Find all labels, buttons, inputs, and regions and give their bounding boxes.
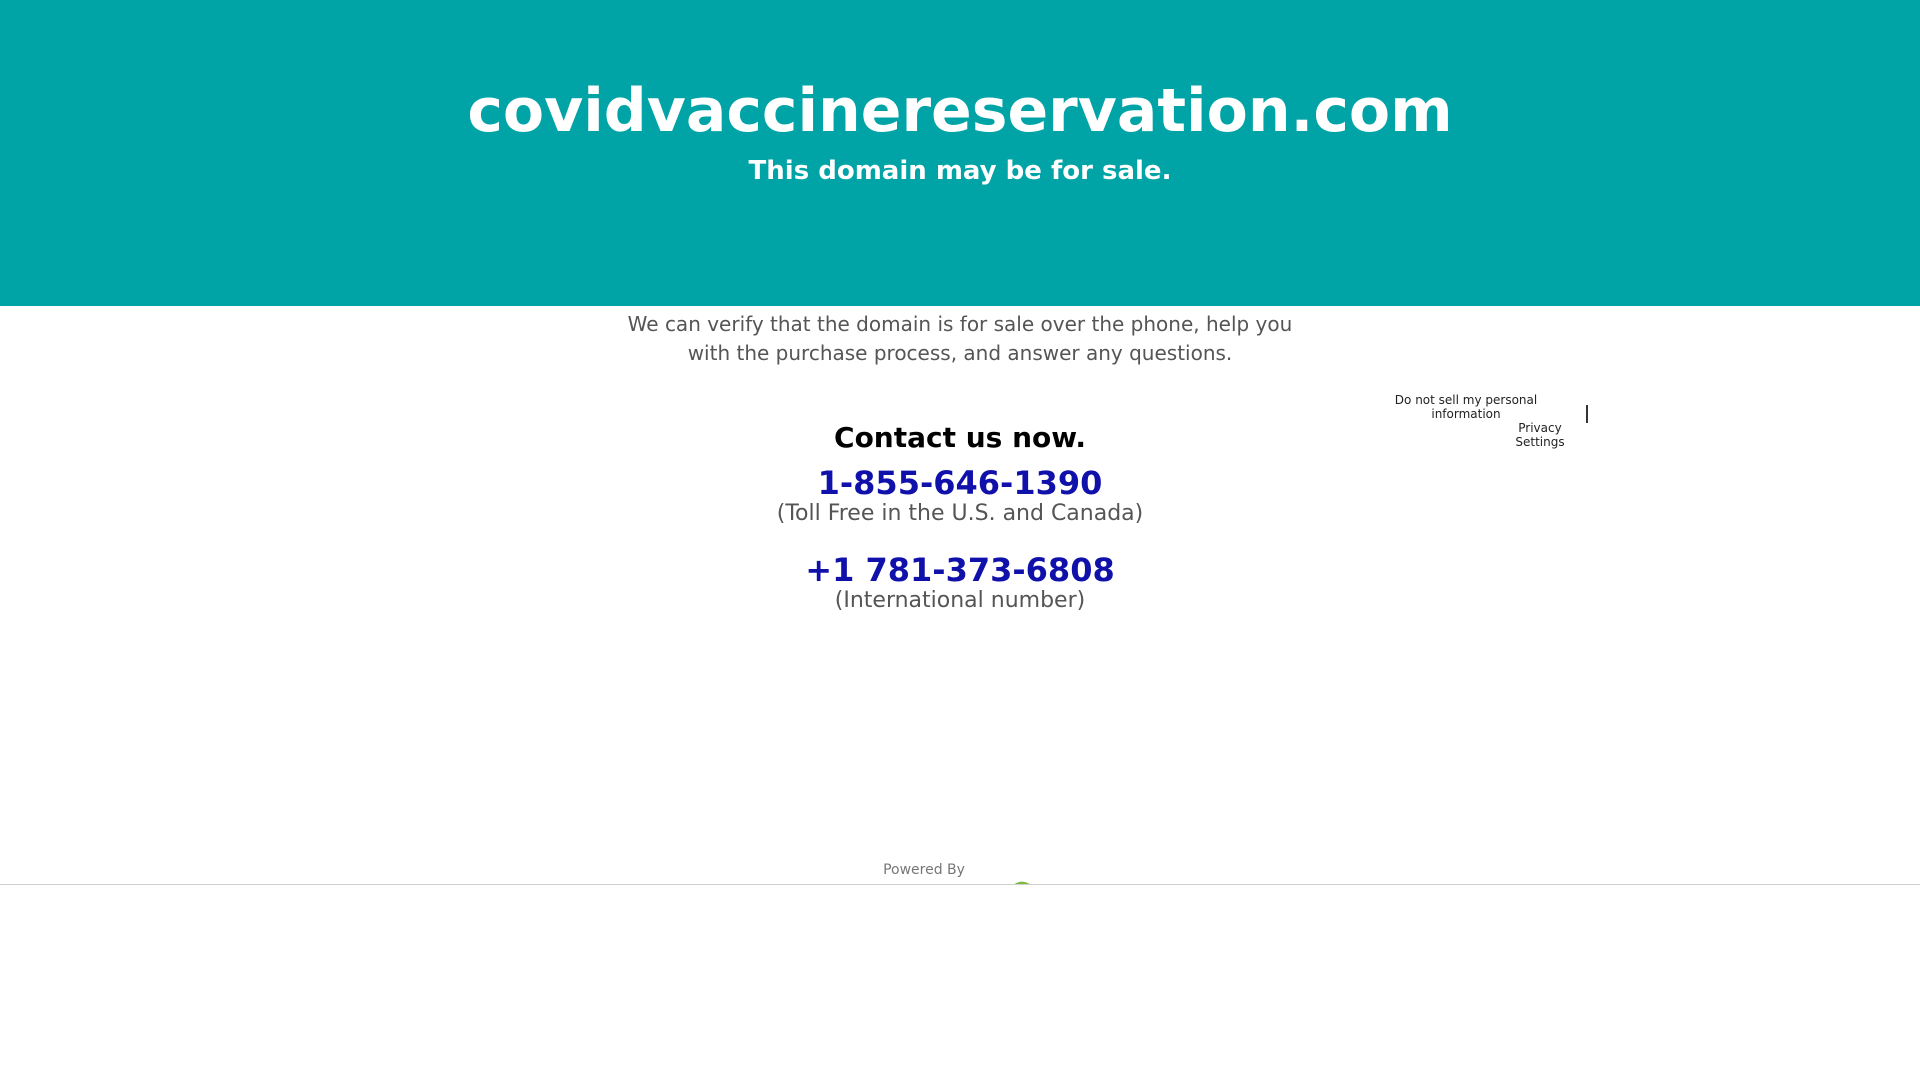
privacy-settings-link[interactable]: Privacy Settings [1500,421,1580,449]
footer-divider [0,884,1920,885]
privacy-controls: Do not sell my personal information Priv… [1380,393,1592,453]
privacy-divider [1586,405,1588,423]
header-banner: covidvaccinereservation.com This domain … [0,0,1920,306]
do-not-sell-link[interactable]: Do not sell my personal information [1380,393,1552,421]
intro-text: We can verify that the domain is for sal… [627,312,1293,365]
contact-heading: Contact us now. [834,421,1086,454]
domain-title: covidvaccinereservation.com [467,76,1453,146]
sale-subtitle: This domain may be for sale. [748,156,1172,186]
tollfree-note: (Toll Free in the U.S. and Canada) [776,501,1144,526]
international-phone-link[interactable]: +1 781-373-6808 [0,550,1920,590]
tollfree-phone-link[interactable]: 1-855-646-1390 [0,463,1920,503]
page: covidvaccinereservation.com This domain … [0,0,1920,1080]
international-note: (International number) [834,588,1086,613]
